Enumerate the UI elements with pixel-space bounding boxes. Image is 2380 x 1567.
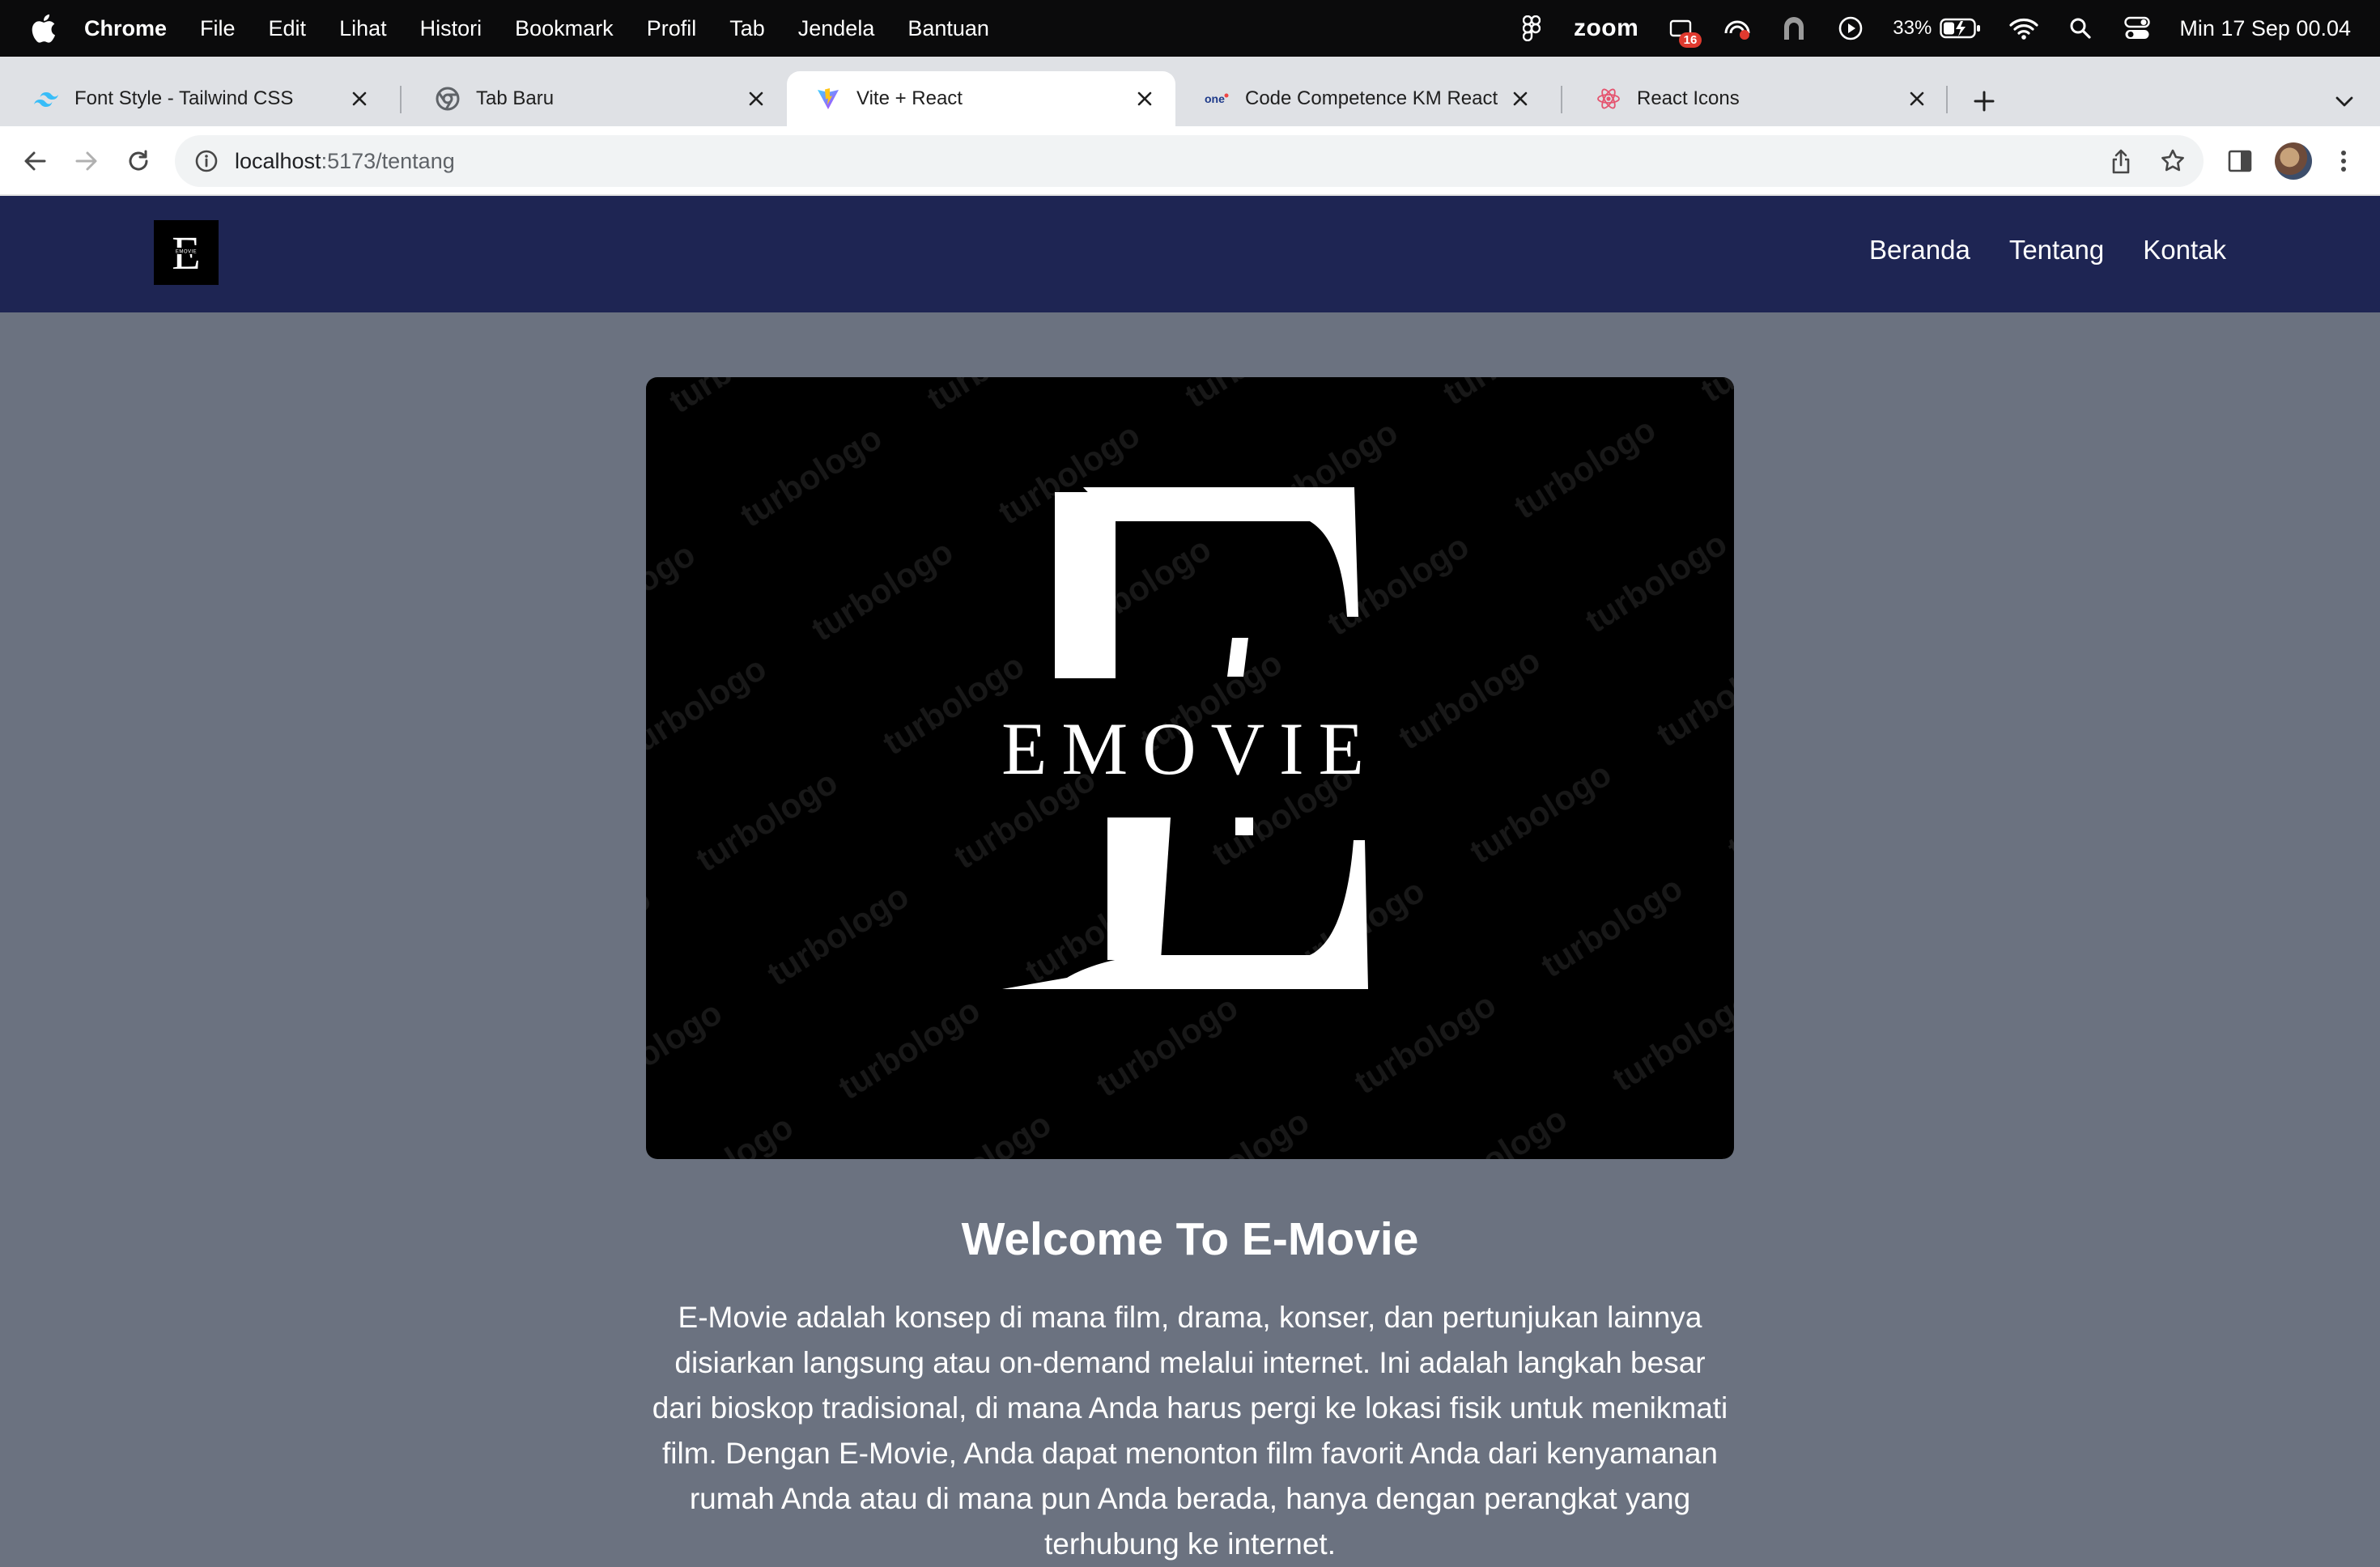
tab-new-tab[interactable]: Tab Baru xyxy=(406,71,787,126)
tab-divider xyxy=(400,86,402,113)
arrow-left-icon xyxy=(24,151,46,171)
vite-icon xyxy=(816,87,840,111)
notification-icon[interactable]: 16 xyxy=(1666,14,1702,48)
menu-file[interactable]: File xyxy=(200,16,236,41)
tab-react-icons[interactable]: React Icons xyxy=(1567,71,1948,126)
profile-avatar[interactable] xyxy=(2275,142,2312,180)
menu-help[interactable]: Bantuan xyxy=(907,16,989,41)
figma-icon[interactable] xyxy=(1517,14,1546,43)
forward-button[interactable] xyxy=(68,142,105,180)
tab-title: React Icons xyxy=(1637,87,1740,109)
browser-tab-strip: Font Style - Tailwind CSS Tab Baru Vite … xyxy=(0,57,2380,126)
plus-icon xyxy=(1974,91,1995,112)
close-icon[interactable] xyxy=(348,87,371,110)
hero-logo-image: turbologo EMOVIE xyxy=(646,377,1734,1159)
vpn-icon[interactable] xyxy=(1723,14,1752,43)
media-play-icon[interactable] xyxy=(1836,14,1865,43)
site-logo[interactable]: E EMOVIE xyxy=(154,220,219,285)
browser-toolbar: localhost:5173/tentang xyxy=(0,126,2380,196)
url-text[interactable]: localhost:5173/tentang xyxy=(235,149,455,174)
one-icon: one xyxy=(1205,87,1229,111)
tab-tailwind-font-style[interactable]: Font Style - Tailwind CSS xyxy=(5,71,390,126)
address-bar[interactable]: localhost:5173/tentang xyxy=(175,135,2204,187)
arc-icon[interactable] xyxy=(1779,14,1808,43)
chevron-down-icon xyxy=(2335,96,2353,107)
tab-title: Font Style - Tailwind CSS xyxy=(74,87,294,109)
close-icon[interactable] xyxy=(1906,87,1928,110)
back-button[interactable] xyxy=(16,142,53,180)
menu-window[interactable]: Jendela xyxy=(798,16,875,41)
control-center-icon[interactable] xyxy=(2123,14,2152,43)
new-tab-button[interactable] xyxy=(1967,84,2001,118)
spotlight-search-icon[interactable] xyxy=(2066,14,2095,43)
emovie-logo-graphic: turbologo EMOVIE xyxy=(646,377,1734,1159)
nav-link-kontak[interactable]: Kontak xyxy=(2143,235,2226,265)
menu-app-name[interactable]: Chrome xyxy=(84,16,167,41)
tab-search-button[interactable] xyxy=(2327,84,2361,118)
logo-subtext: EMOVIE xyxy=(176,250,197,255)
react-icon xyxy=(1596,87,1621,111)
tab-vite-react[interactable]: Vite + React xyxy=(787,71,1175,126)
more-vert-icon xyxy=(2341,151,2346,172)
menu-tab[interactable]: Tab xyxy=(729,16,765,41)
battery-charging-icon[interactable] xyxy=(1940,14,1982,43)
tab-title: Code Competence KM React 1 xyxy=(1245,87,1499,109)
page-heading: Welcome To E-Movie xyxy=(961,1213,1419,1265)
menu-bookmark[interactable]: Bookmark xyxy=(515,16,614,41)
tab-title: Vite + React xyxy=(856,87,963,109)
notification-badge: 16 xyxy=(1678,32,1702,48)
tab-code-competence[interactable]: one Code Competence KM React 1 xyxy=(1175,71,1551,126)
side-panel-button[interactable] xyxy=(2221,142,2259,180)
chrome-menu-button[interactable] xyxy=(2325,142,2362,180)
site-navbar: E EMOVIE Beranda Tentang Kontak xyxy=(0,196,2380,312)
bookmark-star-icon[interactable] xyxy=(2158,147,2187,176)
menu-view[interactable]: Lihat xyxy=(339,16,387,41)
arrow-right-icon xyxy=(75,151,97,171)
close-icon[interactable] xyxy=(1509,87,1532,110)
tab-divider xyxy=(1946,86,1948,113)
battery-percent: 33% xyxy=(1893,17,1932,39)
nav-links: Beranda Tentang Kontak xyxy=(1869,235,2226,265)
nav-link-beranda[interactable]: Beranda xyxy=(1869,235,1970,265)
tab-title: Tab Baru xyxy=(476,87,555,109)
svg-text:one: one xyxy=(1205,92,1225,105)
macos-menu-bar: Chrome File Edit Lihat Histori Bookmark … xyxy=(0,0,2380,57)
reload-button[interactable] xyxy=(120,142,157,180)
zoom-status[interactable]: zoom xyxy=(1574,15,1638,42)
menu-edit[interactable]: Edit xyxy=(269,16,307,41)
close-icon[interactable] xyxy=(1133,87,1156,110)
tab-divider xyxy=(1561,86,1562,113)
url-host: localhost xyxy=(235,148,321,173)
menu-profile[interactable]: Profil xyxy=(647,16,697,41)
menu-history[interactable]: Histori xyxy=(420,16,482,41)
nav-link-tentang[interactable]: Tentang xyxy=(2009,235,2104,265)
info-icon[interactable] xyxy=(193,147,220,175)
close-icon[interactable] xyxy=(745,87,767,110)
page-description: E-Movie adalah konsep di mana film, dram… xyxy=(652,1301,1728,1561)
hero-brand-text: EMOVIE xyxy=(1001,707,1379,790)
side-panel-icon xyxy=(2228,150,2252,172)
tailwind-icon xyxy=(34,87,58,111)
share-icon[interactable] xyxy=(2106,147,2136,176)
wifi-icon[interactable] xyxy=(2009,14,2038,43)
url-path: :5173/tentang xyxy=(321,148,455,173)
menu-datetime[interactable]: Min 17 Sep 00.04 xyxy=(2179,16,2351,41)
reload-icon xyxy=(129,150,148,171)
chrome-icon xyxy=(436,87,460,111)
apple-icon[interactable] xyxy=(29,12,57,45)
